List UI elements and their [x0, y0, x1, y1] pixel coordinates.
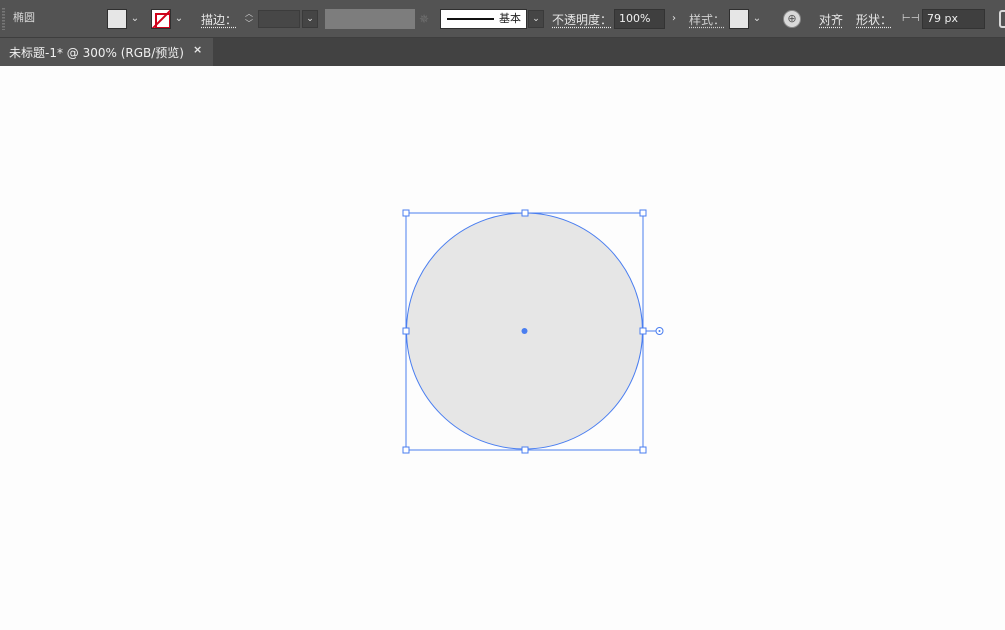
brush-icon: ✵	[419, 12, 430, 26]
artboard-canvas[interactable]	[0, 66, 1005, 630]
variable-width-field[interactable]	[325, 9, 415, 29]
stroke-stepper-icon[interactable]: ︿ ﹀	[242, 9, 256, 29]
close-icon[interactable]: ×	[193, 43, 205, 59]
tool-name: 椭圆	[13, 11, 35, 24]
stroke-chevron-down-icon[interactable]: ⌄	[172, 11, 186, 27]
control-bar: 椭圆 ⌄ ⌄ 描边： ︿ ﹀ ⌄ ✵ 基本 ⌄ 不透明度： 100% › 样式： …	[0, 0, 1005, 38]
handle-top-left[interactable]	[402, 209, 410, 217]
width-icon: ⊢⊣	[902, 13, 920, 24]
shape-width-input[interactable]: 79 px	[922, 9, 985, 29]
handle-bottom-right[interactable]	[639, 446, 647, 454]
fill-swatch[interactable]	[107, 9, 127, 29]
brush-profile-select[interactable]: 基本	[440, 9, 527, 29]
profile-label: 基本	[499, 12, 521, 25]
handle-bottom-center[interactable]	[521, 446, 529, 454]
style-label-text: 样式：	[689, 12, 726, 27]
style-chevron-down-icon[interactable]: ⌄	[750, 11, 764, 27]
stroke-label[interactable]: 描边：	[201, 0, 237, 38]
profile-chevron-down-icon[interactable]: ⌄	[528, 10, 544, 28]
align-label[interactable]: 对齐	[819, 0, 843, 38]
fill-chevron-down-icon[interactable]: ⌄	[128, 11, 142, 27]
style-label: 样式：	[689, 0, 725, 38]
stroke-label-text: 描边：	[201, 12, 238, 27]
align-label-text: 对齐	[819, 12, 844, 27]
opacity-input[interactable]: 100%	[614, 9, 665, 29]
grip-handle-icon[interactable]	[2, 8, 5, 30]
opacity-label[interactable]: 不透明度：	[552, 0, 612, 38]
handle-top-right[interactable]	[639, 209, 647, 217]
globe-icon[interactable]: ⊕	[783, 10, 801, 28]
stroke-weight-input[interactable]	[258, 10, 300, 28]
handle-top-center[interactable]	[521, 209, 529, 217]
profile-line	[447, 18, 494, 20]
artwork-layer	[402, 209, 664, 454]
stroke-weight-chevron-down-icon[interactable]: ⌄	[302, 10, 318, 28]
document-tab[interactable]: 未标题-1* @ 300% (RGB/预览) ×	[0, 38, 213, 66]
style-swatch[interactable]	[729, 9, 749, 29]
opacity-label-text: 不透明度：	[552, 12, 613, 27]
stroke-swatch-none[interactable]	[151, 9, 171, 29]
document-tab-bar: 未标题-1* @ 300% (RGB/预览) ×	[0, 38, 1005, 66]
handle-bottom-left[interactable]	[402, 446, 410, 454]
center-point	[521, 328, 528, 334]
transform-icon[interactable]	[999, 10, 1005, 28]
opacity-chevron-right-icon[interactable]: ›	[667, 10, 681, 28]
shape-label[interactable]: 形状：	[856, 0, 892, 38]
shape-label-text: 形状：	[856, 12, 893, 27]
pie-widget-dot	[658, 330, 661, 332]
handle-middle-right[interactable]	[639, 327, 647, 335]
document-tab-title: 未标题-1* @ 300% (RGB/预览)	[9, 45, 184, 60]
handle-middle-left[interactable]	[402, 327, 410, 335]
